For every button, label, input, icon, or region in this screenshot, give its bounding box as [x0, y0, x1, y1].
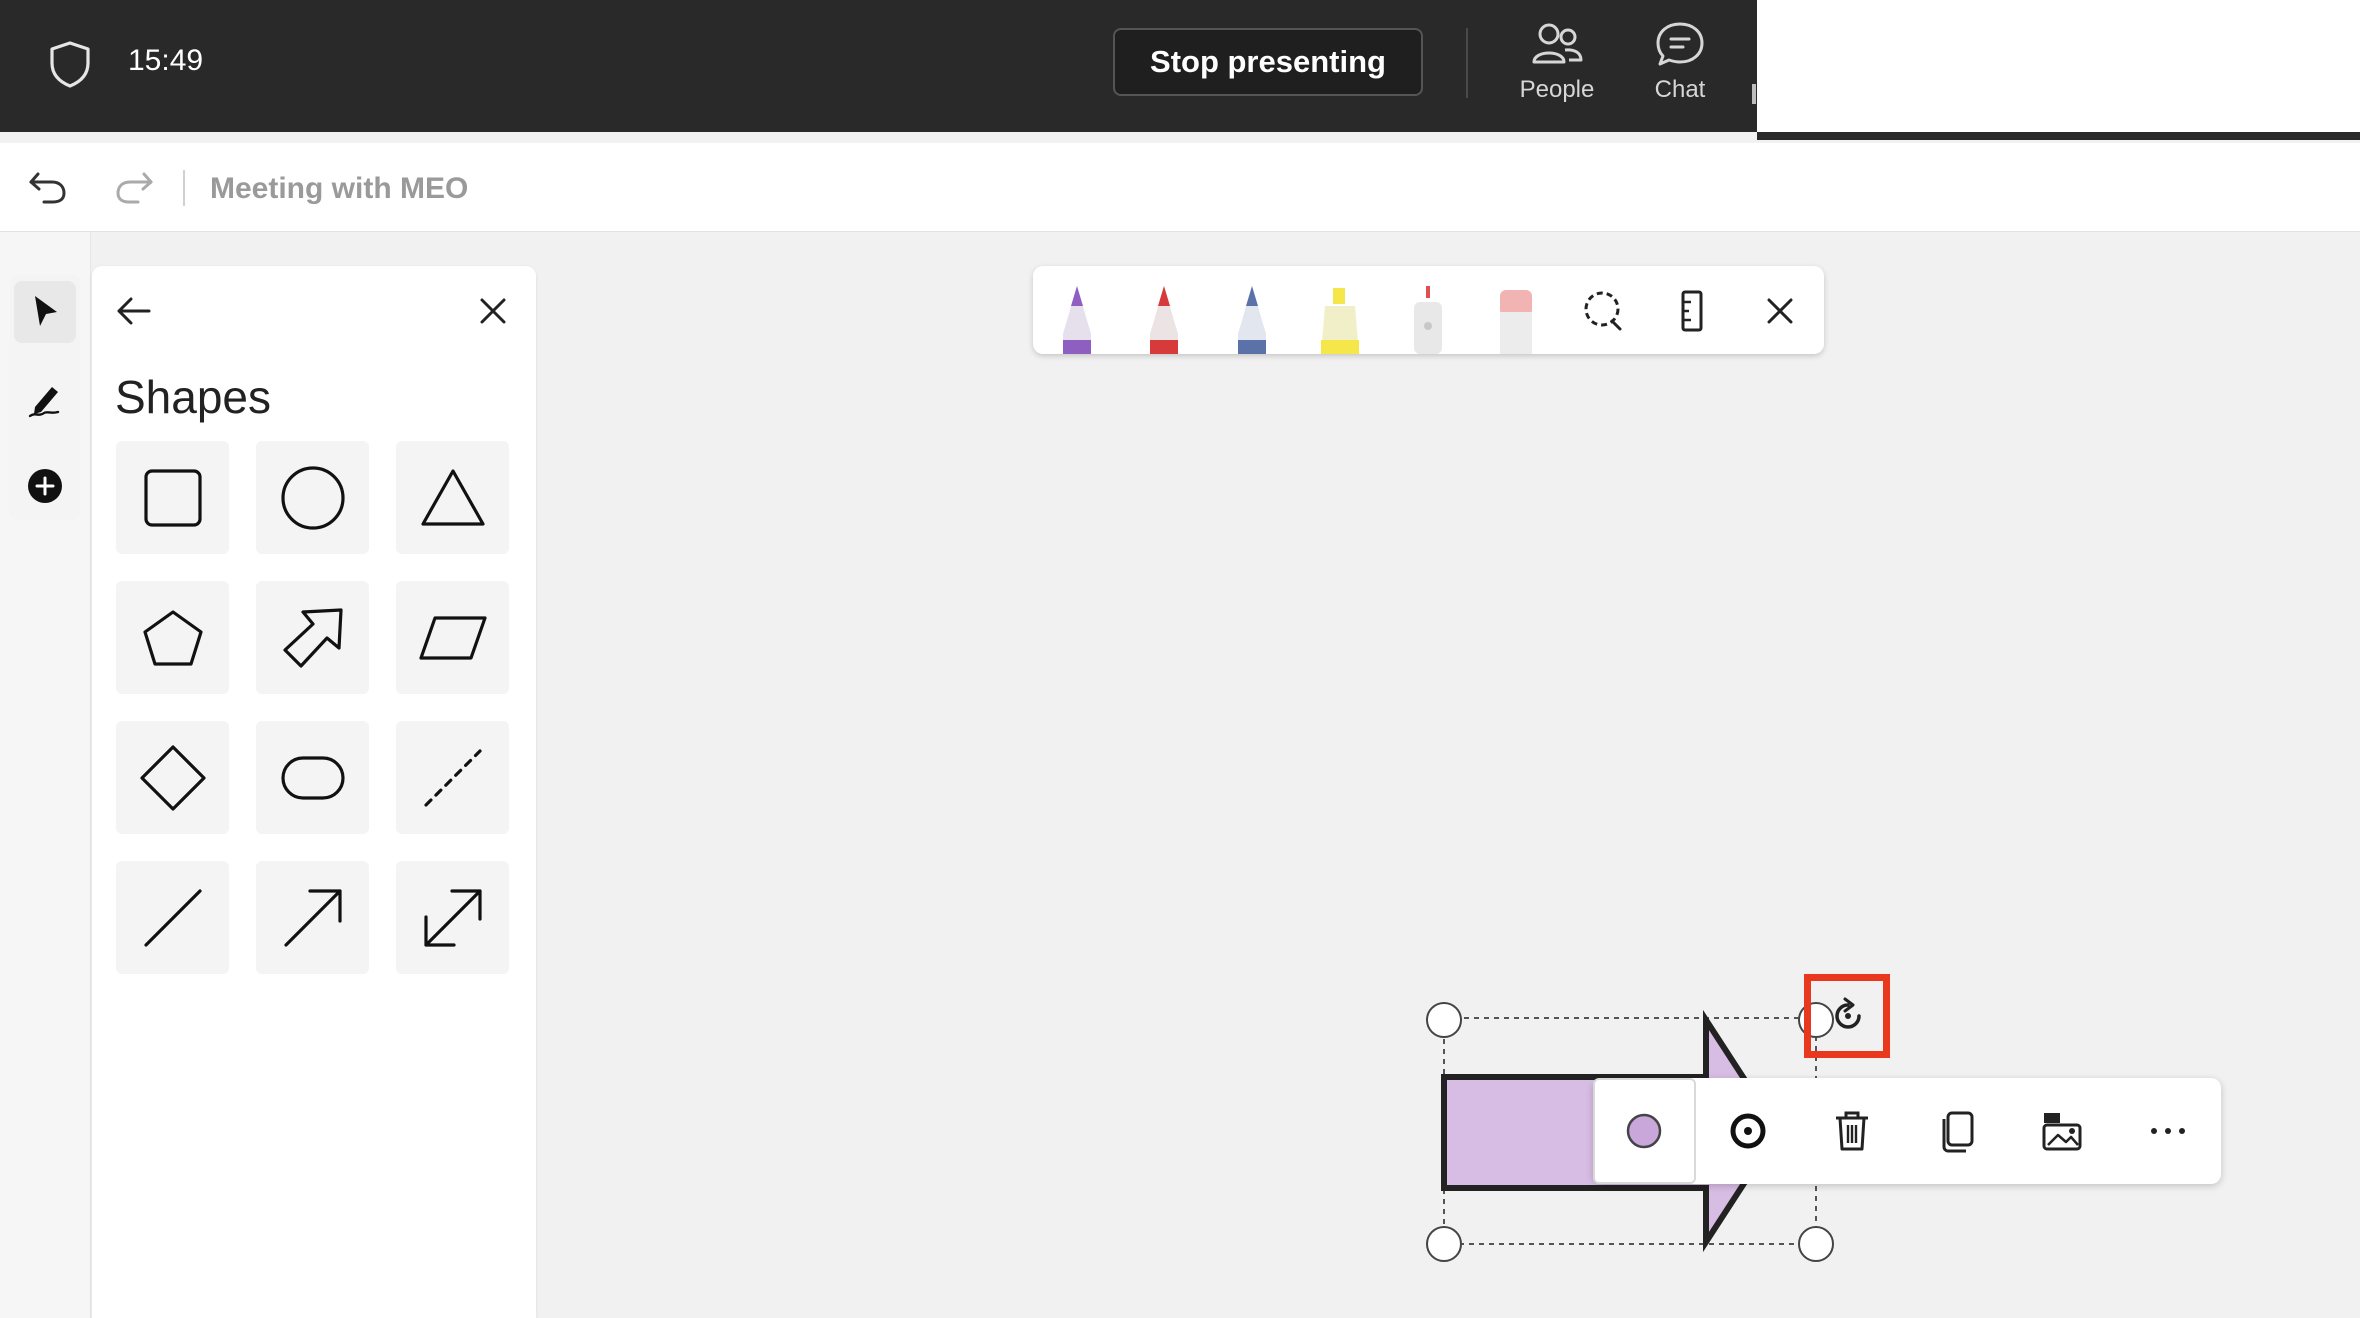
- shape-double-arrow-button[interactable]: [396, 861, 509, 974]
- ruler-button[interactable]: [1662, 286, 1722, 336]
- shape-pentagon-button[interactable]: [116, 581, 229, 694]
- circle-icon: [280, 465, 345, 530]
- ruler-icon: [1681, 290, 1703, 332]
- purple-pen-icon: [1063, 286, 1091, 354]
- top-bar-bottom-edge: [1757, 132, 2360, 140]
- meeting-top-bar: [0, 0, 1757, 132]
- trash-icon: [1836, 1111, 1868, 1151]
- purple-pen-button[interactable]: [1047, 276, 1107, 354]
- eraser-button[interactable]: [1486, 276, 1546, 354]
- arrow-icon: [283, 888, 342, 947]
- close-pen-toolbar-icon[interactable]: [1750, 286, 1810, 336]
- shape-block-arrow-button[interactable]: [256, 581, 369, 694]
- shape-square-button[interactable]: [116, 441, 229, 554]
- meeting-time: 15:49: [128, 44, 204, 77]
- shape-dashed-line-button[interactable]: [396, 721, 509, 834]
- block-arrow-icon: [282, 607, 343, 668]
- double-arrow-icon: [423, 888, 482, 947]
- stop-presenting-button[interactable]: Stop presenting: [1113, 28, 1423, 96]
- shape-triangle-button[interactable]: [396, 441, 509, 554]
- outline-color-icon: [1730, 1113, 1766, 1149]
- fill-color-swatch-icon: [1626, 1113, 1662, 1149]
- red-pen-icon: [1150, 286, 1178, 354]
- line-icon: [143, 888, 202, 947]
- dashed-line-icon: [423, 748, 482, 807]
- top-right-blank-area: [1757, 0, 2360, 132]
- outline-color-button[interactable]: [1708, 1090, 1788, 1172]
- top-bar-divider: [1466, 28, 1468, 98]
- eraser-icon: [1500, 290, 1532, 354]
- laser-pointer-button[interactable]: [1398, 276, 1458, 354]
- shape-arrow-button[interactable]: [256, 861, 369, 974]
- square-icon: [143, 468, 202, 527]
- close-panel-icon[interactable]: [468, 286, 518, 336]
- chat-label: Chat: [1654, 76, 1706, 103]
- people-label: People: [1519, 76, 1595, 103]
- delete-button[interactable]: [1812, 1090, 1892, 1172]
- shape-circle-button[interactable]: [256, 441, 369, 554]
- pentagon-icon: [142, 609, 203, 666]
- chat-button[interactable]: Chat: [1625, 16, 1735, 116]
- copy-icon: [1942, 1111, 1974, 1153]
- ink-tool-button[interactable]: [14, 368, 76, 430]
- resize-handle-bottom-left[interactable]: [1426, 1226, 1462, 1262]
- add-tool-button[interactable]: [14, 455, 76, 517]
- rounded-rectangle-icon: [280, 755, 345, 800]
- highlighter-button[interactable]: [1310, 276, 1370, 354]
- rotate-highlight-box: [1804, 974, 1890, 1058]
- select-tool-button[interactable]: [14, 281, 76, 343]
- diamond-icon: [139, 744, 206, 811]
- triangle-icon: [420, 468, 485, 526]
- lasso-icon: [1584, 291, 1622, 331]
- undo-icon[interactable]: [26, 166, 70, 211]
- pen-icon: [28, 387, 60, 418]
- lasso-select-button[interactable]: [1574, 286, 1634, 336]
- image-icon: [2042, 1113, 2082, 1151]
- overflow-edge-indicator: [1752, 84, 1756, 104]
- parallelogram-icon: [418, 615, 487, 660]
- people-icon: [1532, 23, 1583, 64]
- shape-parallelogram-button[interactable]: [396, 581, 509, 694]
- people-button[interactable]: People: [1502, 16, 1612, 116]
- chat-icon: [1656, 22, 1704, 66]
- galaxy-pen-button[interactable]: [1222, 276, 1282, 354]
- send-image-button[interactable]: [2022, 1090, 2102, 1172]
- shape-rounded-rectangle-button[interactable]: [256, 721, 369, 834]
- red-pen-button[interactable]: [1134, 276, 1194, 354]
- fill-color-button[interactable]: [1604, 1090, 1684, 1172]
- redo-icon[interactable]: [112, 166, 156, 211]
- shape-diamond-button[interactable]: [116, 721, 229, 834]
- more-icon: [2151, 1128, 2185, 1134]
- shapes-panel-title: Shapes: [115, 371, 272, 423]
- duplicate-button[interactable]: [1918, 1090, 1998, 1172]
- galaxy-pen-icon: [1238, 286, 1266, 354]
- highlighter-icon: [1321, 288, 1359, 354]
- document-title: Meeting with MEO: [210, 172, 469, 205]
- more-options-button[interactable]: [2128, 1090, 2208, 1172]
- doc-bar-separator: [183, 170, 185, 206]
- shield-icon[interactable]: [44, 38, 96, 95]
- back-arrow-icon[interactable]: [108, 286, 158, 336]
- resize-handle-bottom-right[interactable]: [1798, 1226, 1834, 1262]
- shape-line-button[interactable]: [116, 861, 229, 974]
- laser-pointer-icon: [1414, 286, 1442, 354]
- cursor-arrow-icon: [35, 296, 57, 326]
- plus-circle-icon: [28, 469, 62, 503]
- resize-handle-top-left[interactable]: [1426, 1002, 1462, 1038]
